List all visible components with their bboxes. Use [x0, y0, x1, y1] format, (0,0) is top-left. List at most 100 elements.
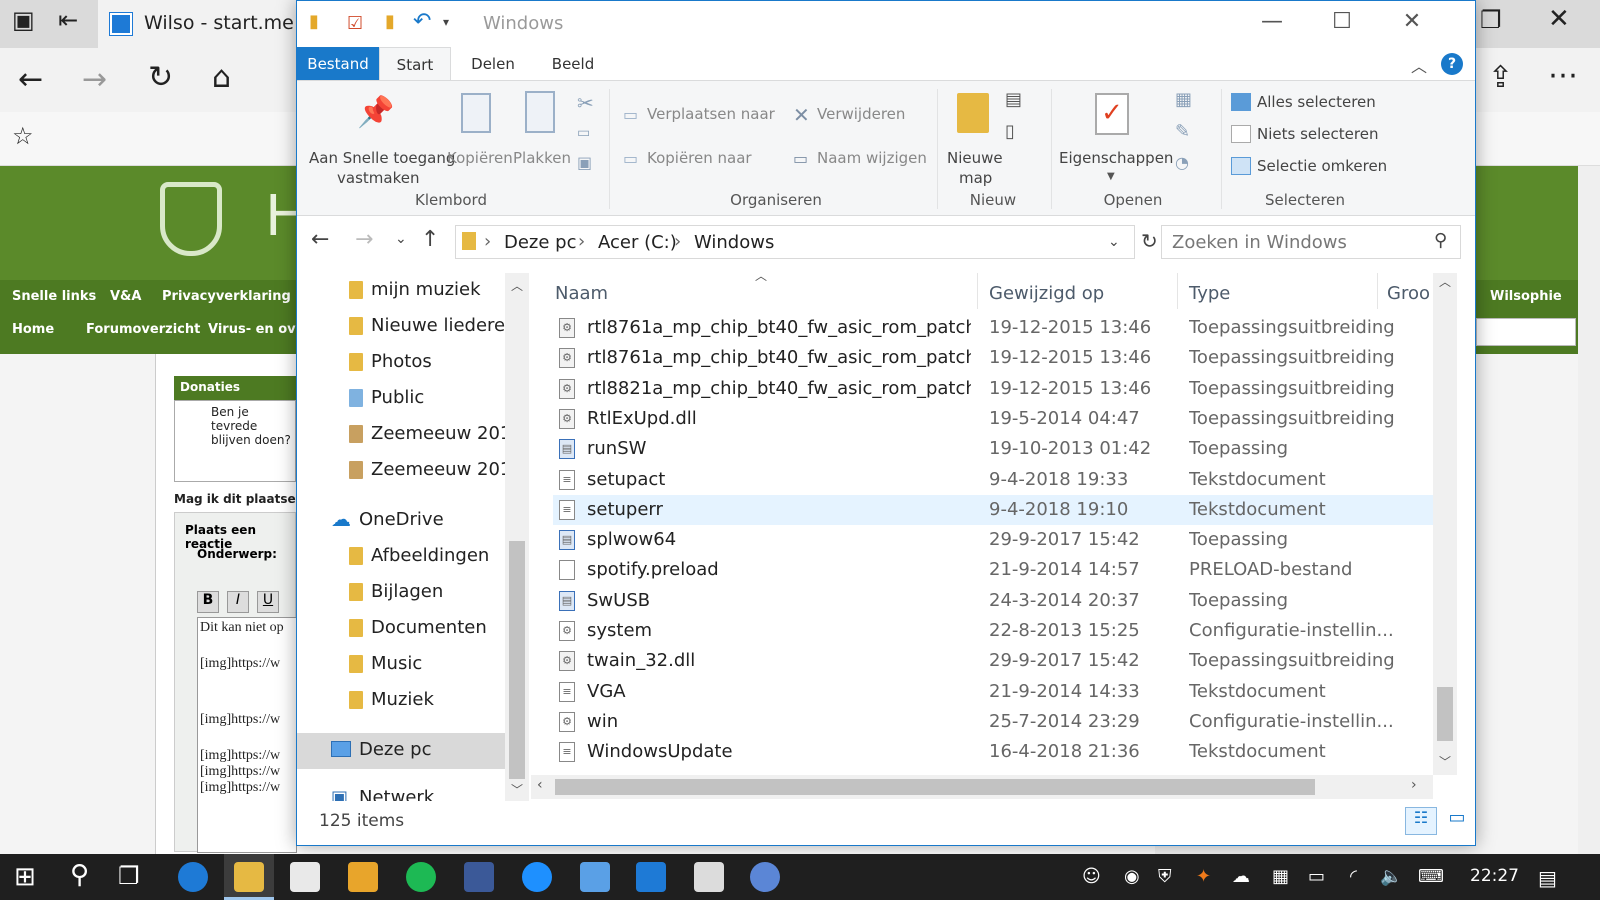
nav-item[interactable]: Afbeeldingen — [297, 539, 505, 575]
nav-user[interactable]: Wilsophie — [1490, 289, 1562, 304]
nav-item[interactable]: ☁ OneDrive — [297, 503, 505, 539]
file-row[interactable]: ⚙ system 22-8-2013 15:25 Configuratie-inste… — [553, 616, 1433, 646]
new-folder-quick-icon[interactable]: ▮ — [385, 11, 395, 32]
collapse-ribbon-icon[interactable]: ︿ — [1411, 53, 1427, 77]
file-row[interactable]: ⚙ twain_32.dll 29-9-2017 15:42 Toepassingsu… — [553, 646, 1433, 676]
chrome-icon[interactable] — [750, 862, 780, 892]
back-icon[interactable]: ← — [18, 62, 43, 97]
keyboard-icon[interactable]: ⌨ — [1418, 866, 1444, 887]
file-row[interactable]: ▤ SwUSB 24-3-2014 20:37 Toepassing — [553, 586, 1433, 616]
undo-icon[interactable]: ↶ — [413, 9, 431, 34]
nav-item[interactable]: Zeemeeuw 2014 — [297, 417, 523, 453]
column-grootte[interactable]: Groo — [1387, 283, 1430, 304]
control-panel-icon[interactable] — [580, 862, 610, 892]
file-scroll-left-icon[interactable]: ‹ — [537, 777, 543, 793]
copy-path-icon[interactable]: ▭ — [577, 125, 590, 141]
file-row[interactable]: ≡ VGA 21-9-2014 14:33 Tekstdocument — [553, 677, 1433, 707]
crumb-acer[interactable]: Acer (C:) — [598, 232, 677, 253]
nav-scroll-down-icon[interactable]: ﹀ — [511, 781, 523, 798]
recent-locations-icon[interactable]: ⌄ — [395, 231, 407, 247]
breadcrumb-forum[interactable]: Forumoverzicht — [86, 322, 200, 337]
volume-icon[interactable]: 🔈 — [1380, 866, 1402, 887]
file-row[interactable]: ▤ splwow64 29-9-2017 15:42 Toepassing — [553, 525, 1433, 555]
column-type[interactable]: Type — [1189, 283, 1230, 304]
properties-button[interactable]: ✓ Eigenschappen ▼ — [1059, 87, 1173, 187]
avast-icon[interactable]: ✦ — [1196, 866, 1211, 887]
restore-icon[interactable]: ❐ — [1480, 6, 1502, 34]
forward-icon[interactable]: → — [82, 62, 107, 97]
nav-item[interactable]: Photos — [297, 345, 505, 381]
post-textarea[interactable]: Dit kan niet op [img]https://w [img]http… — [197, 617, 297, 853]
cut-icon[interactable]: ✂ — [577, 91, 594, 115]
nav-scroll-thumb[interactable] — [509, 541, 525, 779]
large-icons-view-icon[interactable]: ▭ — [1443, 807, 1471, 835]
tab-start[interactable]: Start — [379, 47, 451, 81]
history-icon[interactable]: ◔ — [1175, 153, 1189, 172]
new-folder-button[interactable]: Nieuwe map — [943, 87, 1007, 187]
invert-selection-button[interactable]: Selectie omkeren — [1231, 155, 1401, 181]
tab-beeld[interactable]: Beeld — [537, 47, 609, 81]
wifi-icon[interactable]: ◜ — [1350, 866, 1357, 887]
explorer-task-active[interactable] — [224, 854, 274, 900]
address-dropdown-icon[interactable]: ⌄ — [1108, 234, 1120, 250]
file-row[interactable]: ≡ WindowsUpdate 16-4-2018 21:36 Tekstdocume… — [553, 737, 1433, 767]
properties-quick-icon[interactable]: ☑ — [347, 13, 363, 34]
search-taskbar-icon[interactable]: ⚲ — [70, 860, 89, 890]
rename-button[interactable]: ▭ Naam wijzigen — [793, 147, 929, 173]
italic-button[interactable]: I — [227, 591, 249, 613]
network-tray-icon[interactable]: ▦ — [1272, 866, 1289, 887]
browser-tab[interactable]: Wilso - start.me — [98, 0, 298, 48]
nav-item[interactable]: Bijlagen — [297, 575, 505, 611]
app-icon[interactable] — [348, 862, 378, 892]
copy-button[interactable]: Kopiëren — [447, 87, 513, 167]
tab-manager-icon[interactable]: ▣ — [12, 6, 35, 34]
share-icon[interactable]: ⇪ — [1488, 60, 1513, 95]
help-icon[interactable]: ? — [1441, 53, 1463, 75]
open-icon[interactable]: ▦ — [1175, 89, 1192, 110]
column-gewijzigd[interactable]: Gewijzigd op — [989, 283, 1104, 304]
defender-icon[interactable]: ⛨ — [1158, 866, 1172, 887]
file-scroll-thumb[interactable] — [1437, 687, 1453, 741]
file-row[interactable]: ⚙ rtl8821a_mp_chip_bt40_fw_asic_rom_patch… — [553, 374, 1433, 404]
details-view-icon[interactable]: ☷ — [1405, 807, 1437, 835]
file-row[interactable]: ⚙ RtlExUpd.dll 19-5-2014 04:47 Toepassingsu… — [553, 404, 1433, 434]
file-scroll-up-icon[interactable]: ︿ — [1439, 273, 1451, 290]
weather-icon[interactable] — [522, 862, 552, 892]
paste-button[interactable]: Plakken — [513, 87, 577, 167]
window-close-icon[interactable]: ✕ — [1389, 9, 1435, 34]
file-horizontal-scrollbar[interactable]: ‹ › — [531, 775, 1433, 799]
nav-item[interactable]: Deze pc — [297, 733, 505, 769]
move-to-button[interactable]: ▭ Verplaatsen naar — [623, 103, 783, 129]
forward-arrow-icon[interactable]: → — [355, 227, 373, 252]
nav-link-privacy[interactable]: Privacyverklaring — [162, 289, 291, 304]
column-naam[interactable]: Naam — [555, 283, 608, 304]
copy-to-button[interactable]: ▭ Kopiëren naar — [623, 147, 783, 173]
onedrive-tray-icon[interactable]: ☁ — [1232, 866, 1250, 887]
breadcrumb-home[interactable]: Home — [12, 322, 54, 337]
new-item-icon[interactable]: ▤ — [1005, 89, 1022, 110]
tab-delen[interactable]: Delen — [457, 47, 529, 81]
file-row[interactable]: ⚙ rtl8761a_mp_chip_bt40_fw_asic_rom_patch… — [553, 343, 1433, 373]
delete-button[interactable]: ✕ Verwijderen — [793, 103, 929, 129]
select-all-button[interactable]: Alles selecteren — [1231, 91, 1401, 117]
nav-item[interactable]: Muziek — [297, 683, 505, 719]
crumb-windows[interactable]: Windows — [694, 232, 774, 253]
up-arrow-icon[interactable]: ↑ — [421, 227, 439, 252]
edge-icon[interactable] — [178, 862, 208, 892]
clock[interactable]: 22:27 — [1470, 866, 1519, 886]
store-icon[interactable] — [290, 862, 320, 892]
file-row[interactable]: ⚙ win 25-7-2014 23:29 Configuratie-instelli… — [553, 707, 1433, 737]
file-row[interactable]: spotify.preload 21-9-2014 14:57 PRELOAD-be… — [553, 555, 1433, 585]
file-scroll-right-icon[interactable]: › — [1411, 777, 1417, 793]
quick-access-dropdown-icon[interactable]: ▾ — [443, 15, 449, 29]
chrome-tray-icon[interactable]: ◉ — [1124, 866, 1140, 887]
refresh-address-icon[interactable]: ↻ — [1141, 229, 1158, 253]
site-search-input[interactable] — [1476, 318, 1576, 346]
spotify-icon[interactable] — [406, 862, 436, 892]
paste-shortcut-icon[interactable]: ▣ — [577, 153, 592, 172]
nav-scroll-up-icon[interactable]: ︿ — [511, 277, 523, 294]
start-icon[interactable]: ⊞ — [14, 862, 36, 892]
nav-link-va[interactable]: V&A — [110, 289, 141, 304]
maximize-icon[interactable]: ☐ — [1319, 9, 1365, 34]
app-blue-icon[interactable] — [636, 862, 666, 892]
